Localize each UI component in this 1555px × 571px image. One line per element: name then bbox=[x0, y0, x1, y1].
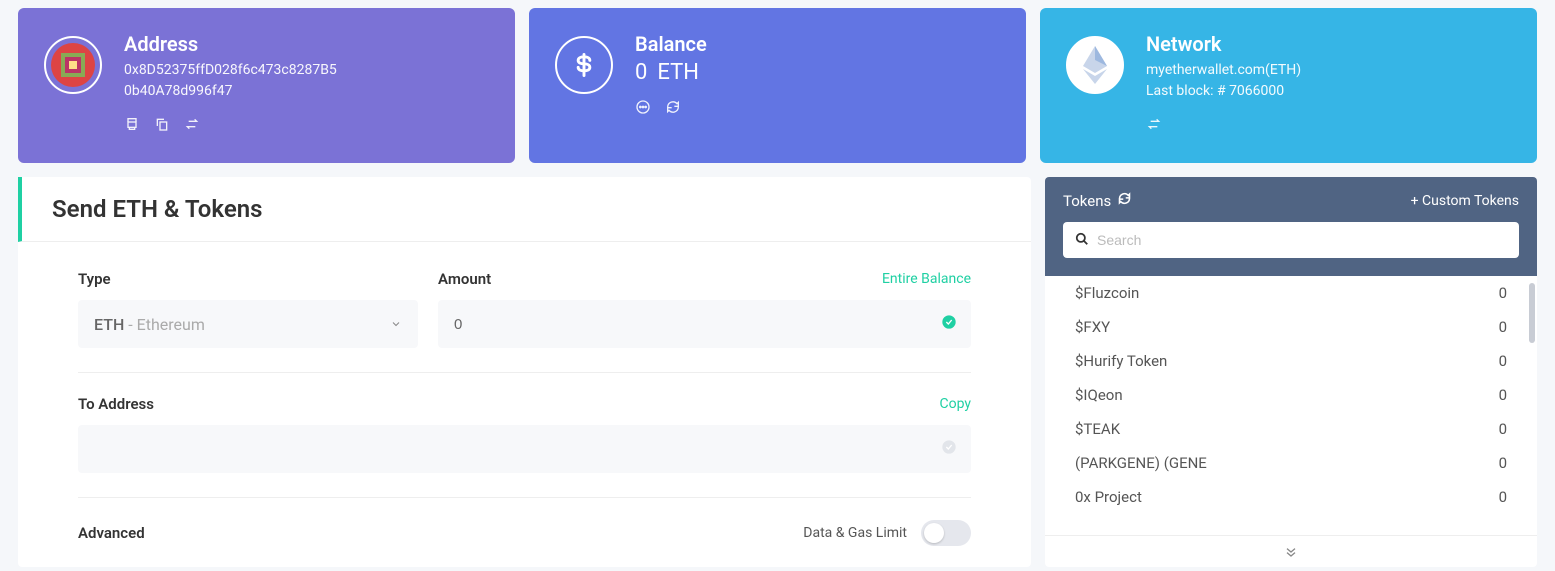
balance-card: Balance 0 ETH bbox=[529, 8, 1026, 163]
balance-unit: ETH bbox=[657, 60, 699, 85]
network-name: myetherwallet.com(ETH) bbox=[1146, 60, 1301, 81]
network-card: Network myetherwallet.com(ETH) Last bloc… bbox=[1040, 8, 1537, 163]
chevron-down-icon bbox=[390, 315, 402, 334]
print-icon[interactable] bbox=[124, 116, 140, 136]
token-balance: 0 bbox=[1499, 488, 1507, 506]
type-select[interactable]: ETH - Ethereum bbox=[78, 300, 418, 348]
type-name: - Ethereum bbox=[124, 315, 205, 334]
token-balance: 0 bbox=[1499, 420, 1507, 438]
entire-balance-link[interactable]: Entire Balance bbox=[882, 271, 971, 287]
address-line2: 0b40A78d996f47 bbox=[124, 81, 337, 102]
type-label: Type bbox=[78, 270, 111, 288]
to-address-input[interactable] bbox=[94, 441, 955, 458]
gas-label: Data & Gas Limit bbox=[803, 525, 907, 541]
custom-tokens-link[interactable]: + Custom Tokens bbox=[1411, 193, 1519, 209]
token-search-wrap bbox=[1063, 222, 1519, 258]
token-item[interactable]: $IQeon 0 bbox=[1045, 378, 1537, 412]
token-balance: 0 bbox=[1499, 318, 1507, 336]
token-item[interactable]: $Fluzcoin 0 bbox=[1045, 276, 1537, 310]
more-icon[interactable] bbox=[635, 99, 651, 119]
address-line1: 0x8D52375ffD028f6c473c8287B5 bbox=[124, 60, 337, 81]
refresh-icon[interactable] bbox=[1117, 191, 1132, 210]
type-symbol: ETH bbox=[94, 315, 124, 334]
advanced-toggle[interactable] bbox=[921, 520, 971, 546]
token-name: $Hurify Token bbox=[1075, 352, 1167, 370]
address-title: Address bbox=[124, 32, 337, 56]
token-item[interactable]: 0x Project 0 bbox=[1045, 480, 1537, 514]
network-last-block: Last block: # 7066000 bbox=[1146, 81, 1301, 102]
token-balance: 0 bbox=[1499, 454, 1507, 472]
address-identicon bbox=[44, 36, 102, 94]
token-item[interactable]: $FXY 0 bbox=[1045, 310, 1537, 344]
send-title: Send ETH & Tokens bbox=[52, 195, 1031, 223]
to-address-input-wrap bbox=[78, 425, 971, 473]
tokens-title: Tokens bbox=[1063, 192, 1111, 210]
scrollbar-thumb[interactable] bbox=[1529, 283, 1535, 343]
token-name: (PARKGENE) (GENE bbox=[1075, 454, 1207, 472]
expand-button[interactable] bbox=[1045, 535, 1537, 567]
advanced-label: Advanced bbox=[78, 524, 145, 542]
token-balance: 0 bbox=[1499, 386, 1507, 404]
copy-icon[interactable] bbox=[154, 116, 170, 136]
network-title: Network bbox=[1146, 32, 1301, 56]
amount-input-wrap bbox=[438, 300, 971, 348]
send-panel: Send ETH & Tokens Type ETH - Ethereum bbox=[18, 177, 1031, 567]
token-item[interactable]: $Hurify Token 0 bbox=[1045, 344, 1537, 378]
check-circle-icon bbox=[941, 439, 957, 459]
copy-link[interactable]: Copy bbox=[939, 396, 971, 412]
token-name: $TEAK bbox=[1075, 420, 1120, 438]
token-search-input[interactable] bbox=[1097, 232, 1507, 248]
balance-amount: 0 bbox=[635, 60, 647, 85]
token-name: 0x Project bbox=[1075, 488, 1142, 506]
dollar-icon bbox=[555, 36, 613, 94]
token-list: $Fluzcoin0$FXY0$Hurify Token0$IQeon0$TEA… bbox=[1045, 276, 1537, 535]
check-circle-icon bbox=[941, 314, 957, 334]
swap-icon[interactable] bbox=[1146, 116, 1162, 136]
token-balance: 0 bbox=[1499, 284, 1507, 302]
tokens-panel: Tokens + Custom Tokens $Fluzcoin0$FXY0$H… bbox=[1045, 177, 1537, 567]
token-name: $FXY bbox=[1075, 318, 1110, 336]
amount-input[interactable] bbox=[454, 316, 955, 333]
amount-label: Amount bbox=[438, 270, 491, 288]
token-item[interactable]: $TEAK 0 bbox=[1045, 412, 1537, 446]
ethereum-icon bbox=[1066, 36, 1124, 94]
address-card: Address 0x8D52375ffD028f6c473c8287B5 0b4… bbox=[18, 8, 515, 163]
token-name: $Fluzcoin bbox=[1075, 284, 1139, 302]
refresh-icon[interactable] bbox=[665, 99, 681, 119]
search-icon bbox=[1075, 231, 1089, 250]
token-item[interactable]: (PARKGENE) (GENE 0 bbox=[1045, 446, 1537, 480]
token-name: $IQeon bbox=[1075, 386, 1123, 404]
token-balance: 0 bbox=[1499, 352, 1507, 370]
balance-title: Balance bbox=[635, 32, 707, 56]
to-address-label: To Address bbox=[78, 395, 154, 413]
swap-icon[interactable] bbox=[184, 116, 200, 136]
